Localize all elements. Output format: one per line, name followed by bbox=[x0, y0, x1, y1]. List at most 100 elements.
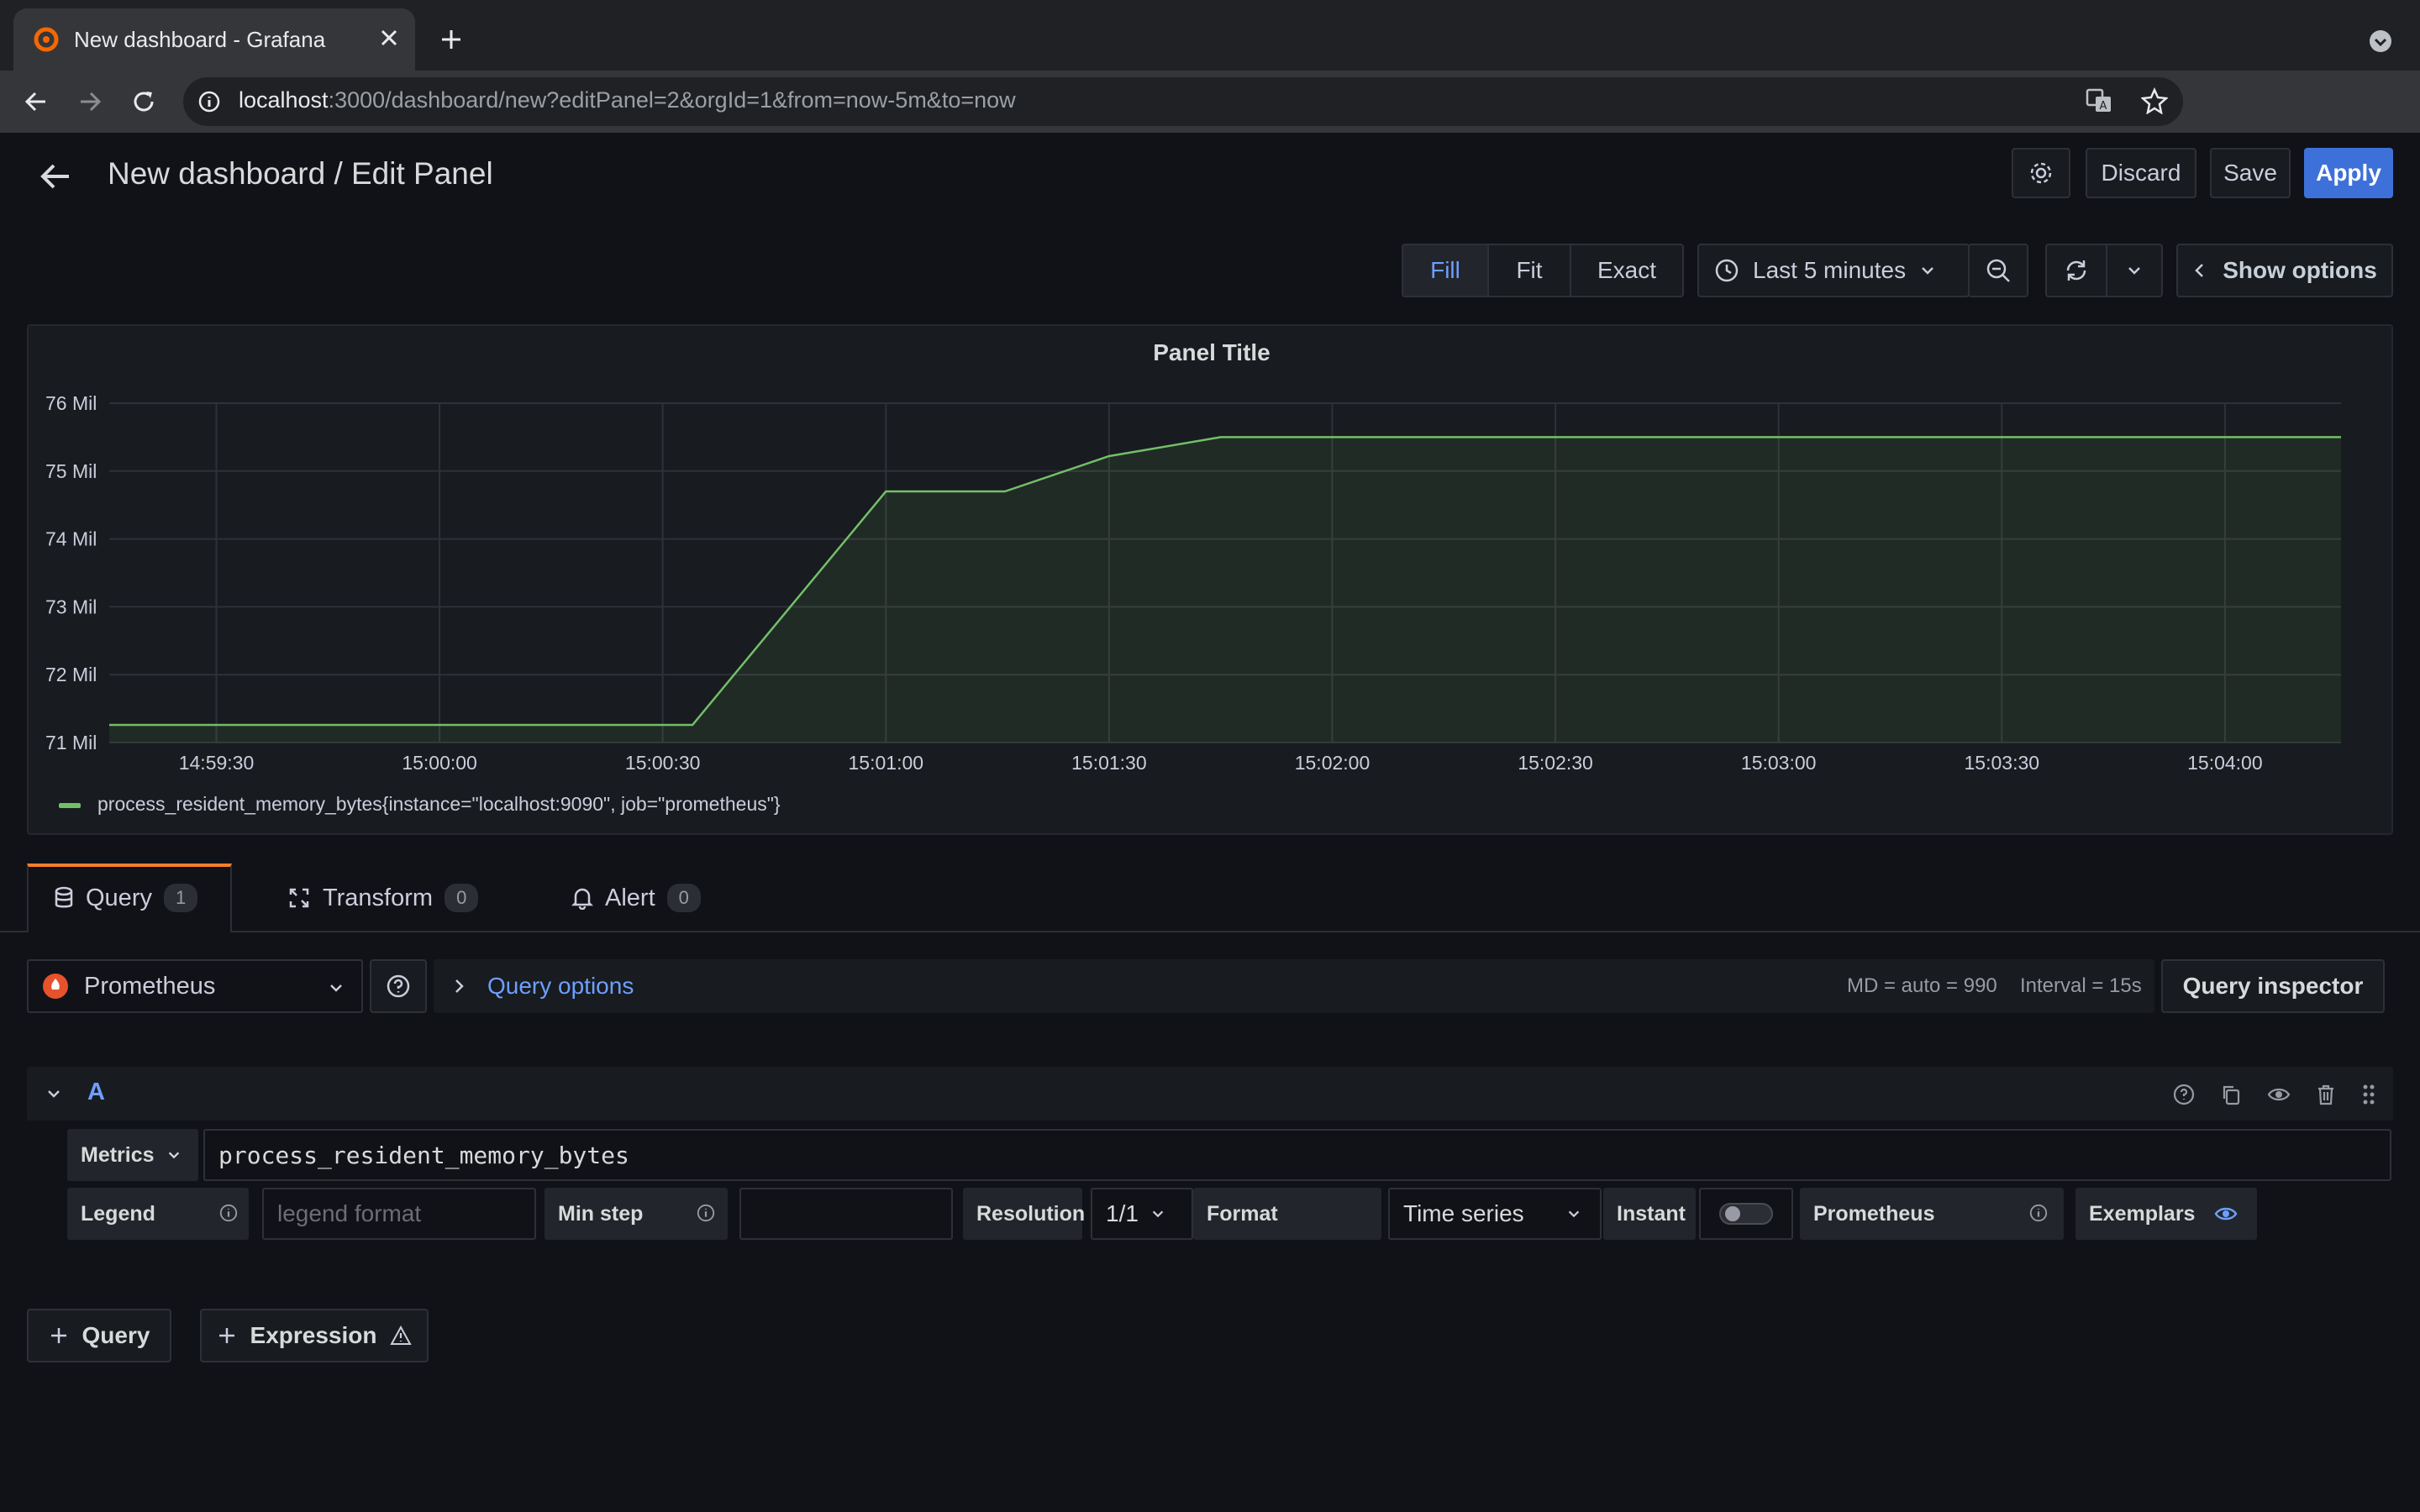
promql-query-input[interactable]: process_resident_memory_bytes bbox=[203, 1129, 2391, 1181]
query-row-header bbox=[27, 1067, 2393, 1121]
plus-icon bbox=[218, 1328, 234, 1343]
min-step-field-label: Min step bbox=[544, 1188, 728, 1240]
url-path: :3000/dashboard/new?editPanel=2&orgId=1&… bbox=[328, 87, 1016, 113]
close-tab-icon[interactable] bbox=[380, 29, 398, 47]
gear-icon bbox=[2030, 162, 2052, 184]
tab-query[interactable]: Query 1 bbox=[54, 884, 198, 912]
format-label: Format bbox=[1193, 1188, 1381, 1240]
trash-icon[interactable] bbox=[2316, 1084, 2336, 1105]
legend-swatch bbox=[59, 803, 81, 808]
legend-format-input[interactable]: legend format bbox=[262, 1188, 536, 1240]
x-tick-label: 15:00:00 bbox=[402, 752, 477, 774]
tab-search-icon[interactable] bbox=[2370, 30, 2391, 52]
tab-transform-count: 0 bbox=[445, 884, 479, 912]
bookmark-star-icon[interactable] bbox=[2141, 87, 2168, 114]
refresh-icon bbox=[2066, 260, 2086, 281]
back-to-dashboard-icon[interactable] bbox=[39, 160, 72, 193]
y-tick-label: 74 Mil bbox=[45, 528, 97, 550]
instant-toggle[interactable] bbox=[1699, 1188, 1793, 1240]
metrics-label: Metrics bbox=[81, 1142, 155, 1167]
add-query-button[interactable]: Query bbox=[27, 1309, 171, 1362]
tab-query-count: 1 bbox=[163, 884, 198, 912]
tab-query-label: Query bbox=[86, 884, 152, 911]
query-inspector-button[interactable]: Query inspector bbox=[2161, 959, 2385, 1013]
panel-settings-button[interactable] bbox=[2012, 148, 2070, 198]
query-ref-id[interactable]: A bbox=[87, 1079, 105, 1106]
instant-label: Instant bbox=[1603, 1188, 1696, 1240]
resolution-value: 1/1 bbox=[1106, 1200, 1139, 1226]
datasource-picker[interactable]: Prometheus bbox=[27, 959, 363, 1013]
show-options-button[interactable]: Show options bbox=[2176, 244, 2393, 297]
x-tick-label: 15:02:00 bbox=[1295, 752, 1370, 774]
x-tick-label: 15:03:30 bbox=[1965, 752, 2040, 774]
chevron-down-icon bbox=[168, 1152, 179, 1159]
prometheus-exemplar-label: Prometheus bbox=[1800, 1188, 2064, 1240]
min-step-label: Min step bbox=[558, 1201, 644, 1226]
info-icon[interactable] bbox=[2028, 1203, 2049, 1223]
chevron-right-icon[interactable] bbox=[452, 978, 466, 995]
forward-icon[interactable] bbox=[77, 89, 103, 114]
zoom-out-button[interactable] bbox=[1968, 244, 2028, 297]
eye-icon[interactable] bbox=[2267, 1084, 2291, 1105]
tab-transform-label: Transform bbox=[323, 884, 434, 911]
help-icon[interactable] bbox=[2173, 1084, 2195, 1105]
plus-icon bbox=[50, 1328, 66, 1343]
info-icon[interactable] bbox=[218, 1203, 239, 1223]
tab-alert[interactable]: Alert 0 bbox=[571, 884, 701, 912]
transform-icon bbox=[289, 888, 309, 908]
clock-icon bbox=[1715, 259, 1739, 282]
datasource-name: Prometheus bbox=[84, 972, 216, 1000]
add-expression-label: Expression bbox=[250, 1322, 377, 1348]
exemplars-label: Exemplars bbox=[2089, 1201, 2196, 1226]
reload-icon[interactable] bbox=[131, 89, 156, 114]
x-tick-label: 15:00:30 bbox=[625, 752, 701, 774]
query-row-actions bbox=[2173, 1084, 2376, 1105]
page-title: New dashboard / Edit Panel bbox=[108, 156, 493, 191]
y-tick-label: 72 Mil bbox=[45, 664, 97, 685]
exemplars-toggle[interactable]: Exemplars bbox=[2075, 1188, 2257, 1240]
metrics-button[interactable]: Metrics bbox=[67, 1129, 198, 1181]
info-icon[interactable] bbox=[696, 1203, 716, 1223]
exact-button[interactable]: Exact bbox=[1570, 244, 1684, 297]
add-expression-button[interactable]: Expression bbox=[200, 1309, 429, 1362]
grafana-logo-icon bbox=[34, 27, 59, 52]
apply-button[interactable]: Apply bbox=[2304, 148, 2393, 198]
y-tick-label: 76 Mil bbox=[45, 392, 97, 414]
zoom-out-icon bbox=[1986, 259, 2010, 282]
format-select[interactable]: Time series bbox=[1388, 1188, 1602, 1240]
resolution-select[interactable]: 1/1 bbox=[1091, 1188, 1193, 1240]
tab-transform[interactable]: Transform 0 bbox=[287, 884, 479, 912]
site-info-icon[interactable] bbox=[198, 91, 220, 113]
svg-text:A: A bbox=[2100, 100, 2107, 113]
collapse-query-icon[interactable] bbox=[45, 1085, 62, 1102]
add-query-label: Query bbox=[82, 1322, 150, 1348]
drag-handle-icon[interactable] bbox=[2361, 1084, 2376, 1105]
resolution-label: Resolution bbox=[963, 1188, 1085, 1240]
refresh-interval-dropdown[interactable] bbox=[2106, 244, 2163, 297]
translate-icon[interactable]: A bbox=[2086, 87, 2112, 114]
y-tick-label: 71 Mil bbox=[45, 732, 97, 753]
duplicate-icon[interactable] bbox=[2220, 1084, 2242, 1105]
y-tick-label: 75 Mil bbox=[45, 460, 97, 482]
database-icon bbox=[55, 886, 73, 908]
chevron-down-icon bbox=[1922, 267, 1933, 275]
refresh-button[interactable] bbox=[2045, 244, 2107, 297]
max-data-points: MD = auto = 990 bbox=[1847, 974, 1997, 997]
time-range-label: Last 5 minutes bbox=[1753, 257, 1907, 283]
min-step-input[interactable] bbox=[739, 1188, 953, 1240]
tab-alert-label: Alert bbox=[605, 884, 655, 911]
save-button[interactable]: Save bbox=[2210, 148, 2291, 198]
back-icon[interactable] bbox=[24, 89, 49, 114]
interval-text: Interval = 15s bbox=[2020, 974, 2142, 997]
x-tick-label: 15:02:30 bbox=[1518, 752, 1593, 774]
datasource-help-button[interactable] bbox=[370, 959, 427, 1013]
fill-button[interactable]: Fill bbox=[1402, 244, 1489, 297]
format-value: Time series bbox=[1403, 1200, 1524, 1226]
series-area bbox=[109, 437, 2341, 743]
query-options-toggle[interactable]: Query options bbox=[487, 973, 634, 1000]
time-range-picker[interactable]: Last 5 minutes bbox=[1697, 244, 1970, 297]
legend-item[interactable]: process_resident_memory_bytes{instance="… bbox=[97, 793, 781, 816]
new-tab-icon[interactable] bbox=[440, 29, 462, 50]
fit-button[interactable]: Fit bbox=[1487, 244, 1571, 297]
discard-button[interactable]: Discard bbox=[2086, 148, 2196, 198]
